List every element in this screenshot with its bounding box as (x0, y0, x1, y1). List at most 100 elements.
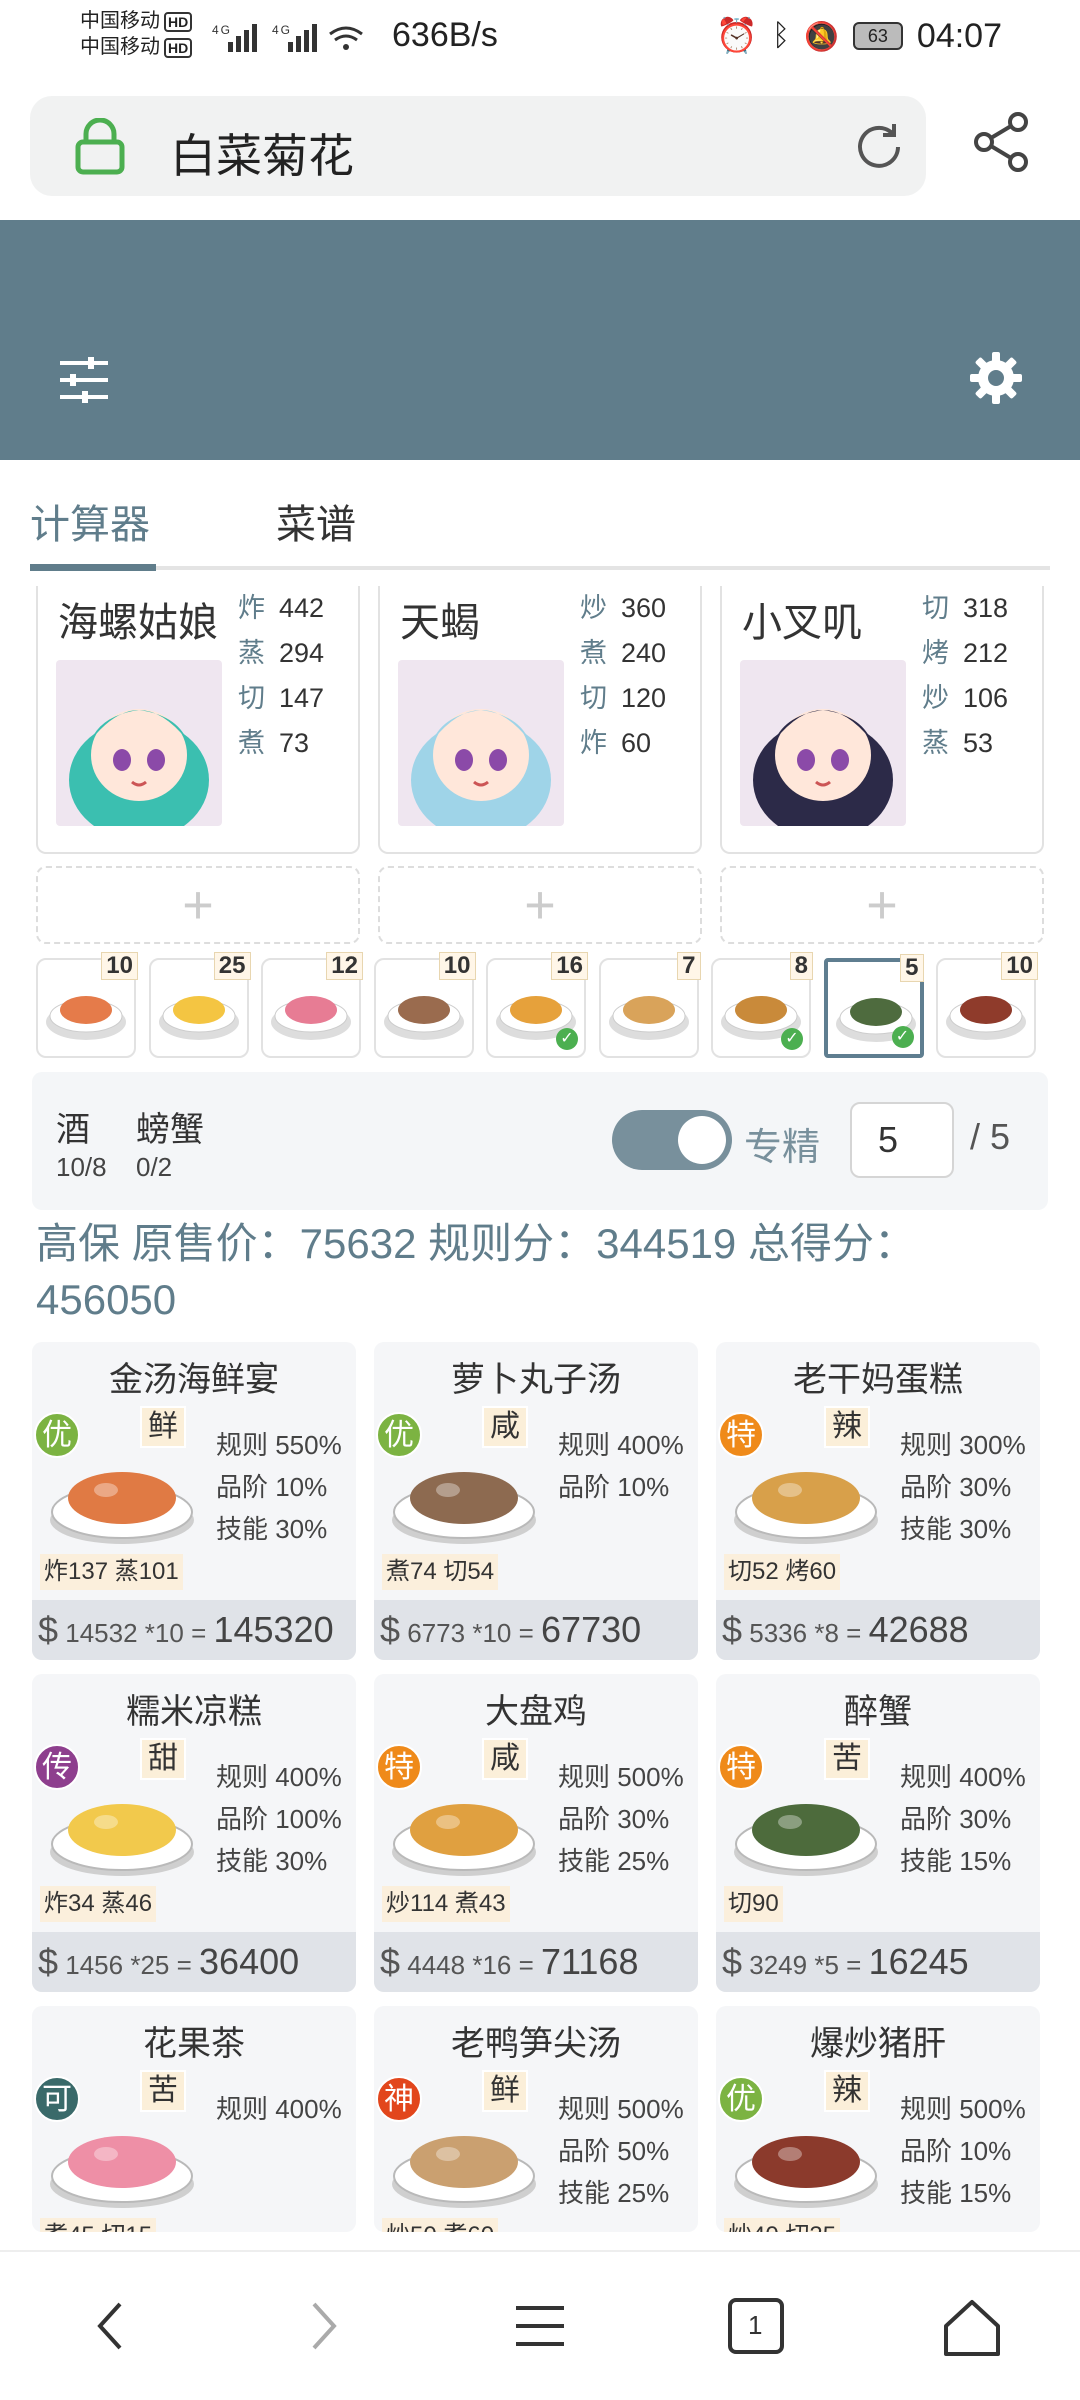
recipe-stats: 规则 400% (216, 2088, 342, 2130)
recipe-flavor-badge: 苦 (824, 1738, 870, 1780)
recipe-total: 145320 (213, 1609, 334, 1650)
equals-sign: = (846, 1618, 862, 1648)
skill-value: 60 (621, 728, 652, 758)
network-speed: 636B/s (392, 16, 498, 54)
specialty-label: 专精 (744, 1127, 821, 1169)
recipe-flavor-badge: 咸 (482, 1406, 528, 1448)
tab-bar: 计算器 菜谱 (0, 470, 1080, 571)
recipe-grade-badge: 特 (718, 1412, 764, 1458)
back-icon[interactable] (90, 2296, 130, 2361)
recipe-stat: 品阶 10% (216, 1472, 328, 1502)
chef-card[interactable]: 小叉叽 切 318 烤 212 炒 106 蒸 53 (720, 586, 1044, 854)
recipe-grade-badge: 传 (34, 1744, 80, 1790)
currency-symbol: $ (722, 1941, 743, 1982)
equals-sign: = (846, 1950, 862, 1980)
dish-count: 10 (438, 952, 476, 980)
currency-symbol: $ (38, 1941, 59, 1982)
recipe-card[interactable]: 大盘鸡 特 咸 规则 500% 品阶 30% 技能 25% 炒114 煮43 $ 4… (374, 1674, 698, 1992)
chef-avatar (740, 660, 906, 826)
tab-recipes[interactable]: 菜谱 (276, 492, 356, 550)
add-equipment-slot[interactable]: + (720, 866, 1044, 944)
skill-value: 294 (279, 638, 325, 668)
recipe-stat: 技能 30% (900, 1514, 1012, 1544)
dish-thumbnail[interactable]: 25 (148, 952, 251, 1058)
recipe-card[interactable]: 金汤海鲜宴 优 鲜 规则 550% 品阶 10% 技能 30% 炸137 蒸101 … (32, 1342, 356, 1660)
recipe-card[interactable]: 糯米凉糕 传 甜 规则 400% 品阶 100% 技能 30% 炸34 蒸46 $ … (32, 1674, 356, 1992)
dish-thumbnail[interactable]: 16 ✓ (486, 952, 588, 1058)
recipe-card[interactable]: 老干妈蛋糕 特 辣 规则 300% 品阶 30% 技能 30% 切52 烤60 $ … (716, 1342, 1040, 1660)
score-summary: 高保 原售价：75632 规则分：344519 总得分：456050 (36, 1220, 916, 1323)
settings-gear-icon[interactable] (968, 350, 1024, 411)
lock-icon (72, 117, 128, 181)
dish-thumbnail[interactable]: 10 (373, 952, 476, 1058)
dish-thumbnail[interactable]: 10 (36, 952, 138, 1058)
address-bar[interactable]: 白菜菊花 (30, 96, 926, 196)
add-icon: + (866, 875, 898, 935)
unit-price: 14532 *10 (65, 1618, 184, 1648)
status-bar: 中国移动 HD 中国移动 HD 4G 4G 636B/s ⏰ ᛒ 🔕 63 04:0… (0, 0, 1080, 76)
forward-icon[interactable] (304, 2296, 344, 2361)
recipe-card[interactable]: 萝卜丸子汤 优 咸 规则 400% 品阶 10% 煮74 切54 $ 6773 *… (374, 1342, 698, 1660)
recipe-card[interactable]: 爆炒猪肝 优 辣 规则 500% 品阶 10% 技能 15% 炒40 切35 (716, 2006, 1040, 2232)
skill-type: 切 (238, 683, 265, 713)
tab-count: 1 (748, 2310, 763, 2340)
recipe-stats: 规则 400% 品阶 10% (558, 1424, 684, 1508)
chef-skills: 切 318 烤 212 炒 106 蒸 53 (922, 586, 1008, 766)
recipe-grade-badge: 神 (376, 2076, 422, 2122)
recipe-grade-badge: 特 (718, 1744, 764, 1790)
chef-skill: 切 147 (238, 676, 324, 721)
recipe-card[interactable]: 醉蟹 特 苦 规则 400% 品阶 30% 技能 15% 切90 $ 3249 *5… (716, 1674, 1040, 1992)
chef-avatar (398, 660, 564, 826)
recipe-card[interactable]: 老鸭笋尖汤 神 鲜 规则 500% 品阶 50% 技能 25% 炒50 煮60 (374, 2006, 698, 2232)
tab-calculator[interactable]: 计算器 (30, 492, 150, 550)
reload-icon[interactable] (850, 118, 908, 181)
check-icon: ✓ (781, 1028, 803, 1050)
skill-type: 切 (580, 683, 607, 713)
dish-thumbnail[interactable]: 7 (598, 952, 701, 1058)
add-equipment-slot[interactable]: + (378, 866, 702, 944)
recipe-stats: 规则 400% 品阶 30% 技能 15% (900, 1756, 1026, 1882)
skill-value: 120 (621, 683, 667, 713)
crab-value: 0/2 (136, 1152, 173, 1182)
recipe-card[interactable]: 花果茶 可 苦 规则 400% 煮45 切15 (32, 2006, 356, 2232)
chef-card[interactable]: 海螺姑娘 炸 442 蒸 294 切 147 煮 73 (36, 586, 360, 854)
home-icon[interactable] (940, 2296, 1004, 2365)
recipe-stat: 品阶 50% (558, 2136, 670, 2166)
recipe-grade-badge: 优 (376, 1412, 422, 1458)
hd-badge: HD (164, 38, 193, 58)
specialty-toggle[interactable] (612, 1110, 732, 1170)
recipe-stats: 规则 500% 品阶 30% 技能 25% (558, 1756, 684, 1882)
recipe-total: 36400 (199, 1941, 300, 1982)
recipe-flavor-badge: 甜 (140, 1738, 186, 1780)
recipe-flavor-badge: 鲜 (482, 2070, 528, 2112)
dish-count: 10 (101, 952, 138, 980)
level-max: / 5 (970, 1116, 1011, 1157)
recipe-name: 花果茶 (143, 2025, 245, 2063)
chef-avatar (56, 660, 222, 826)
menu-icon[interactable] (512, 2296, 568, 2361)
filter-menu-icon[interactable] (58, 355, 110, 410)
recipe-requirements: 切52 烤60 (724, 1554, 841, 1590)
recipe-requirements: 炒50 煮60 (382, 2218, 499, 2232)
recipe-total: 71168 (541, 1941, 639, 1982)
skill-value: 360 (621, 593, 667, 623)
recipe-name: 糯米凉糕 (126, 1693, 262, 1731)
skill-type: 煮 (238, 728, 265, 758)
skill-value: 318 (963, 593, 1009, 623)
dish-thumbnail[interactable]: 10 (936, 952, 1038, 1058)
chef-card[interactable]: 天蝎 炒 360 煮 240 切 120 炸 60 (378, 586, 702, 854)
skill-value: 106 (963, 683, 1009, 713)
dish-thumbnail[interactable]: 12 (261, 952, 363, 1058)
recipe-stat: 技能 15% (900, 2178, 1012, 2208)
recipe-name: 老鸭笋尖汤 (451, 2025, 621, 2063)
dish-thumbnail[interactable]: 5 ✓ (823, 954, 924, 1058)
dish-count: 5 (900, 954, 924, 982)
add-equipment-slot[interactable]: + (36, 866, 360, 944)
dish-thumbnail[interactable]: 8 ✓ (711, 952, 813, 1058)
status-right: ⏰ ᛒ 🔕 63 04:07 (716, 14, 1080, 58)
app-header (0, 220, 1080, 460)
chef-skill: 切 120 (580, 676, 666, 721)
tabs-icon[interactable]: 1 (726, 2296, 786, 2361)
share-icon[interactable] (970, 110, 1034, 179)
level-input[interactable]: 5 (850, 1102, 954, 1178)
